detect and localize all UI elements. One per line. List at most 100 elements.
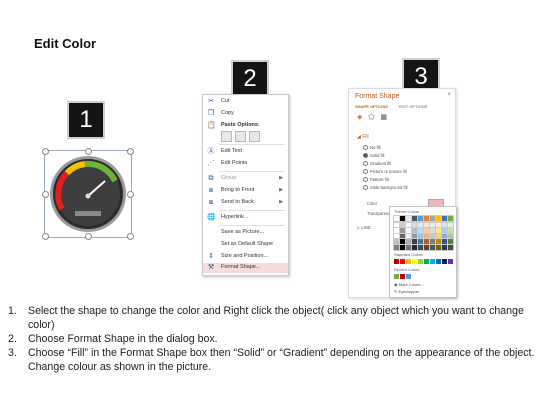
menu-item-group[interactable]: ⧉ Group ▶: [203, 174, 288, 184]
menu-item-save-as-picture[interactable]: Save as Picture...: [203, 228, 288, 238]
option-gradient-fill[interactable]: Gradient fill: [363, 161, 391, 167]
option-picture-texture-fill[interactable]: Picture or texture fill: [363, 169, 407, 175]
color-swatch[interactable]: [411, 221, 418, 229]
color-swatch[interactable]: [429, 221, 436, 229]
color-swatch[interactable]: [430, 259, 435, 264]
option-slide-background-fill[interactable]: Slide background fill: [363, 185, 407, 191]
color-swatch[interactable]: [411, 232, 418, 240]
color-swatch[interactable]: [418, 259, 423, 264]
color-swatch[interactable]: [411, 238, 418, 245]
menu-item-edit-text[interactable]: Ⓐ Edit Text: [203, 147, 288, 157]
fill-section-header[interactable]: ◢ Fill: [357, 134, 369, 140]
color-swatch[interactable]: [435, 243, 442, 251]
color-swatch[interactable]: [424, 259, 429, 264]
color-swatch[interactable]: [429, 227, 436, 234]
color-swatch[interactable]: [412, 259, 417, 264]
option-pattern-fill[interactable]: Pattern fill: [363, 177, 389, 183]
color-swatch[interactable]: [435, 238, 442, 245]
color-swatch[interactable]: [417, 221, 424, 229]
close-icon[interactable]: ×: [447, 92, 451, 98]
paste-text-icon[interactable]: [249, 131, 260, 142]
color-swatch[interactable]: [435, 232, 442, 240]
color-swatch[interactable]: [393, 227, 400, 234]
color-swatch[interactable]: [447, 243, 454, 251]
color-swatch[interactable]: [411, 243, 418, 251]
color-swatch[interactable]: [406, 274, 411, 279]
option-no-fill[interactable]: No fill: [363, 145, 380, 151]
color-swatch[interactable]: [399, 232, 406, 240]
color-swatch[interactable]: [393, 238, 400, 245]
color-swatch[interactable]: [447, 232, 454, 240]
color-swatch[interactable]: [394, 274, 399, 279]
color-swatch[interactable]: [411, 227, 418, 234]
color-swatch[interactable]: [435, 221, 442, 229]
color-swatch[interactable]: [423, 221, 430, 229]
color-swatch[interactable]: [405, 243, 412, 251]
fill-bucket-icon[interactable]: ◈: [357, 114, 362, 121]
color-swatch[interactable]: [429, 238, 436, 245]
color-swatch[interactable]: [429, 243, 436, 251]
color-swatch[interactable]: [394, 259, 399, 264]
color-swatch[interactable]: [435, 227, 442, 234]
tab-shape-options[interactable]: SHAPE OPTIONS: [355, 104, 388, 109]
color-swatch[interactable]: [423, 215, 430, 222]
color-swatch[interactable]: [429, 215, 436, 222]
color-swatch[interactable]: [417, 227, 424, 234]
menu-item-send-to-back[interactable]: ⧇ Send to Back ▶: [203, 198, 288, 208]
menu-item-bring-to-front[interactable]: ⧈ Bring to Front ▶: [203, 186, 288, 196]
color-swatch[interactable]: [441, 215, 448, 222]
color-swatch[interactable]: [441, 221, 448, 229]
color-swatch[interactable]: [423, 227, 430, 234]
more-colors-option[interactable]: ◉ More Colors...: [394, 282, 424, 287]
color-swatch[interactable]: [417, 243, 424, 251]
menu-item-cut[interactable]: ✂ Cut: [203, 97, 288, 107]
color-swatch[interactable]: [441, 232, 448, 240]
color-swatch[interactable]: [399, 238, 406, 245]
color-swatch[interactable]: [423, 232, 430, 240]
color-swatch[interactable]: [447, 238, 454, 245]
color-swatch[interactable]: [441, 238, 448, 245]
eyedropper-option[interactable]: ✎ Eyedropper: [394, 289, 419, 294]
color-swatch[interactable]: [441, 243, 448, 251]
color-swatch[interactable]: [417, 232, 424, 240]
color-swatch[interactable]: [405, 215, 412, 222]
pane-category-icons[interactable]: ◈ ⬠ ▦: [357, 113, 387, 121]
color-swatch[interactable]: [417, 238, 424, 245]
color-swatch[interactable]: [406, 259, 411, 264]
color-swatch[interactable]: [393, 215, 400, 222]
color-swatch[interactable]: [442, 259, 447, 264]
color-swatch[interactable]: [423, 243, 430, 251]
color-swatch[interactable]: [405, 221, 412, 229]
menu-item-edit-points[interactable]: ⋰ Edit Points: [203, 159, 288, 169]
menu-item-set-default-shape[interactable]: Set as Default Shape: [203, 240, 288, 250]
color-swatch[interactable]: [447, 215, 454, 222]
selected-gauge-shape[interactable]: [42, 148, 134, 240]
color-swatch[interactable]: [393, 243, 400, 251]
paste-picture-icon[interactable]: [235, 131, 246, 142]
color-swatch[interactable]: [405, 227, 412, 234]
color-swatch[interactable]: [423, 238, 430, 245]
menu-item-copy[interactable]: ❐ Copy: [203, 109, 288, 119]
color-swatch[interactable]: [399, 215, 406, 222]
color-swatch[interactable]: [393, 232, 400, 240]
color-swatch[interactable]: [399, 221, 406, 229]
line-section-header[interactable]: ▷ LINE: [357, 225, 371, 230]
color-swatch[interactable]: [393, 221, 400, 229]
size-layout-icon[interactable]: ▦: [380, 114, 387, 121]
color-swatch[interactable]: [429, 232, 436, 240]
color-swatch[interactable]: [411, 215, 418, 222]
color-swatch[interactable]: [399, 227, 406, 234]
menu-item-format-shape[interactable]: ⚒ Format Shape...: [203, 263, 288, 273]
color-swatch[interactable]: [405, 232, 412, 240]
color-swatch[interactable]: [435, 215, 442, 222]
color-swatch[interactable]: [447, 221, 454, 229]
color-swatch[interactable]: [436, 259, 441, 264]
color-swatch[interactable]: [400, 259, 405, 264]
color-swatch[interactable]: [447, 227, 454, 234]
color-swatch[interactable]: [400, 274, 405, 279]
effects-pentagon-icon[interactable]: ⬠: [368, 114, 374, 121]
paste-theme-icon[interactable]: [221, 131, 232, 142]
color-swatch[interactable]: [441, 227, 448, 234]
color-swatch[interactable]: [399, 243, 406, 251]
option-solid-fill[interactable]: Solid fill: [363, 153, 384, 159]
